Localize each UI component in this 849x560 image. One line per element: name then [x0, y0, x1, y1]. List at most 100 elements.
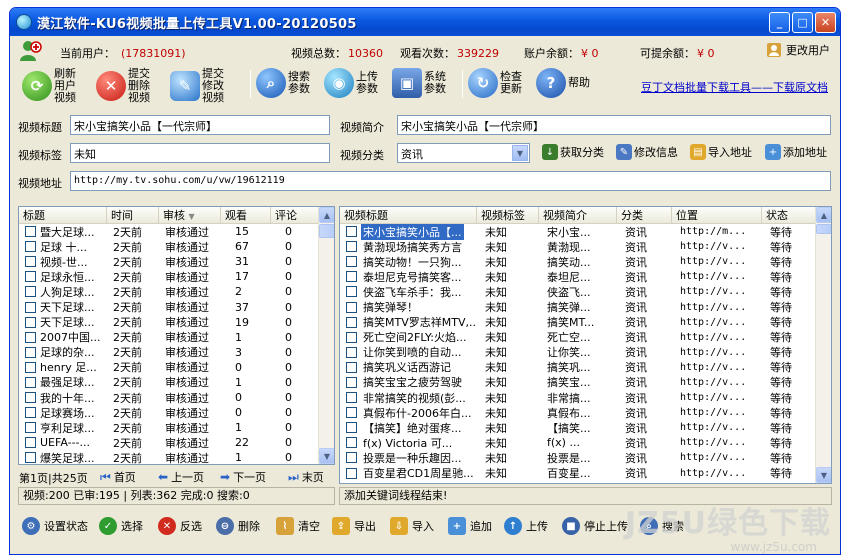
- table-row[interactable]: 非常搞笑的视频(彭... 未知 非常搞... 资讯 http://v... 等待: [340, 390, 831, 405]
- row-checkbox[interactable]: [25, 422, 36, 434]
- row-checkbox[interactable]: [25, 331, 36, 343]
- row-checkbox[interactable]: [25, 226, 36, 238]
- row-checkbox[interactable]: [25, 301, 36, 313]
- table-row[interactable]: 搞笑动物！一只狗... 未知 搞笑动... 资讯 http://v... 等待: [340, 254, 831, 269]
- table-row[interactable]: 侠盗飞车杀手：我... 未知 侠盗飞... 资讯 http://v... 等待: [340, 284, 831, 299]
- import-url-button[interactable]: ▤ 导入地址: [690, 144, 752, 160]
- table-row[interactable]: 足球的杂... 2天前 审核通过 3 0: [19, 345, 334, 360]
- upload-params-button[interactable]: ◉ 上传参数: [324, 68, 382, 98]
- col-category[interactable]: 分类: [617, 207, 672, 223]
- url-input[interactable]: http://my.tv.sohu.com/u/vw/19612119: [70, 171, 831, 191]
- clear-button[interactable]: ⌇ 清空: [276, 517, 320, 535]
- help-button[interactable]: ? 帮助: [536, 68, 590, 98]
- export-button[interactable]: ⇪ 导出: [332, 517, 376, 535]
- row-checkbox[interactable]: [25, 346, 36, 358]
- row-checkbox[interactable]: [346, 452, 357, 464]
- select-button[interactable]: ✓ 选择: [99, 517, 143, 535]
- row-checkbox[interactable]: [346, 241, 357, 253]
- table-row[interactable]: 泰坦尼克号搞笑客... 未知 泰坦尼... 资讯 http://v... 等待: [340, 269, 831, 284]
- get-category-button[interactable]: ↓ 获取分类: [542, 144, 604, 160]
- col-views[interactable]: 观看: [221, 207, 271, 223]
- change-user-button[interactable]: 更改用户: [765, 41, 830, 59]
- description-input[interactable]: 宋小宝搞笑小品【一代宗师】: [397, 115, 831, 135]
- search-params-button[interactable]: ⌕ 搜索参数: [256, 68, 314, 98]
- upload-queue-scrollbar[interactable]: ▲ ▼: [815, 207, 831, 483]
- row-checkbox[interactable]: [346, 361, 357, 373]
- table-row[interactable]: 天下足球... 2天前 审核通过 19 0: [19, 315, 334, 330]
- chevron-down-icon[interactable]: ▼: [512, 145, 528, 161]
- table-row[interactable]: 人狗足球... 2天前 审核通过 2 0: [19, 284, 334, 299]
- row-checkbox[interactable]: [25, 316, 36, 328]
- table-row[interactable]: 让你笑到喷的自动... 未知 让你笑... 资讯 http://v... 等待: [340, 345, 831, 360]
- table-row[interactable]: 天下足球... 2天前 审核通过 37 0: [19, 299, 334, 314]
- table-row[interactable]: 爆笑足球... 2天前 审核通过 1 0: [19, 450, 334, 464]
- row-checkbox[interactable]: [346, 331, 357, 343]
- import-button[interactable]: ⇩ 导入: [390, 517, 434, 535]
- row-checkbox[interactable]: [25, 376, 36, 388]
- category-select[interactable]: 资讯 ▼: [397, 143, 530, 163]
- scroll-thumb[interactable]: [816, 224, 831, 234]
- row-checkbox[interactable]: [346, 392, 357, 404]
- check-update-button[interactable]: ↻ 检查更新: [468, 68, 526, 98]
- minimize-button[interactable]: _: [769, 11, 790, 33]
- row-checkbox[interactable]: [25, 437, 36, 449]
- row-checkbox[interactable]: [25, 392, 36, 404]
- submit-delete-videos-button[interactable]: ✕ 提交删除视频: [96, 68, 154, 104]
- col-time[interactable]: 时间: [107, 207, 159, 223]
- row-checkbox[interactable]: [346, 271, 357, 283]
- row-checkbox[interactable]: [25, 407, 36, 419]
- modify-info-button[interactable]: ✎ 修改信息: [616, 144, 678, 160]
- row-checkbox[interactable]: [346, 346, 357, 358]
- row-checkbox[interactable]: [25, 286, 36, 298]
- table-row[interactable]: 2007中国... 2天前 审核通过 1 0: [19, 330, 334, 345]
- last-page-button[interactable]: ⏭ 末页: [288, 469, 324, 485]
- row-checkbox[interactable]: [346, 286, 357, 298]
- table-row[interactable]: 真假布什-2006年白... 未知 真假布... 资讯 http://v... 等待: [340, 405, 831, 420]
- row-checkbox[interactable]: [346, 316, 357, 328]
- row-checkbox[interactable]: [346, 301, 357, 313]
- table-row[interactable]: 暨大足球... 2天前 审核通过 15 0: [19, 224, 334, 239]
- upload-button[interactable]: ↑ 上传: [504, 517, 548, 535]
- maximize-button[interactable]: □: [792, 11, 813, 33]
- row-checkbox[interactable]: [346, 376, 357, 388]
- table-row[interactable]: 死亡空间2FLY:火焰... 未知 死亡空... 资讯 http://v... 等待: [340, 330, 831, 345]
- tags-input[interactable]: 未知: [70, 143, 330, 163]
- table-row[interactable]: 足球赛场... 2天前 审核通过 0 0: [19, 405, 334, 420]
- row-checkbox[interactable]: [25, 361, 36, 373]
- table-row[interactable]: 宋小宝搞笑小品【... 未知 宋小宝... 资讯 http://m... 等待: [340, 223, 831, 240]
- row-checkbox[interactable]: [346, 226, 357, 238]
- table-row[interactable]: 足球 十... 2天前 审核通过 67 0: [19, 239, 334, 254]
- table-row[interactable]: 投票是一种乐趣因... 未知 投票是... 资讯 http://v... 等待: [340, 450, 831, 465]
- scroll-down-icon[interactable]: ▼: [816, 467, 831, 483]
- table-row[interactable]: henry 足... 2天前 审核通过 0 0: [19, 360, 334, 375]
- col-title[interactable]: 标题: [19, 207, 107, 223]
- system-params-button[interactable]: ▣ 系统参数: [392, 68, 450, 98]
- invert-select-button[interactable]: ✕ 反选: [158, 517, 202, 535]
- table-row[interactable]: 足球永恒... 2天前 审核通过 17 0: [19, 269, 334, 284]
- row-checkbox[interactable]: [25, 452, 36, 464]
- table-row[interactable]: 【搞笑】绝对蛋疼... 未知 【搞笑... 资讯 http://v... 等待: [340, 420, 831, 435]
- table-row[interactable]: 最强足球... 2天前 审核通过 1 0: [19, 375, 334, 390]
- table-row[interactable]: 搞笑弹琴！ 未知 搞笑弹... 资讯 http://v... 等待: [340, 299, 831, 314]
- table-row[interactable]: 亨利足球... 2天前 审核通过 1 0: [19, 420, 334, 435]
- row-checkbox[interactable]: [25, 241, 36, 253]
- docin-download-link[interactable]: 豆丁文档批量下载工具——下载原文档: [641, 79, 828, 95]
- table-row[interactable]: 黄渤现场搞笑秀方言 未知 黄渤现... 资讯 http://v... 等待: [340, 239, 831, 254]
- title-bar[interactable]: 漠江软件-KU6视频批量上传工具V1.00-20120505 _ □ ✕: [10, 8, 840, 36]
- scroll-up-icon[interactable]: ▲: [319, 207, 334, 223]
- table-row[interactable]: 搞笑宝宝之疲劳驾驶 未知 搞笑宝... 资讯 http://v... 等待: [340, 375, 831, 390]
- col-status[interactable]: 状态: [762, 207, 816, 223]
- col-comments[interactable]: 评论: [271, 207, 319, 223]
- col-video-desc[interactable]: 视频简介: [539, 207, 617, 223]
- row-checkbox[interactable]: [346, 256, 357, 268]
- col-location[interactable]: 位置: [672, 207, 762, 223]
- prev-page-button[interactable]: ⬅ 上一页: [158, 469, 204, 485]
- refresh-user-videos-button[interactable]: ⟳ 刷新用户视频: [22, 68, 80, 104]
- table-row[interactable]: 搞笑巩义话西游记 未知 搞笑巩... 资讯 http://v... 等待: [340, 360, 831, 375]
- table-row[interactable]: 百变星君CD1周星驰... 未知 百变星... 资讯 http://v... 等待: [340, 466, 831, 481]
- first-page-button[interactable]: ⏮ 首页: [100, 469, 136, 485]
- set-status-button[interactable]: ⚙ 设置状态: [22, 517, 88, 535]
- table-row[interactable]: 视频-世... 2天前 审核通过 31 0: [19, 254, 334, 269]
- append-button[interactable]: + 追加: [448, 517, 492, 535]
- scroll-thumb[interactable]: [319, 224, 334, 238]
